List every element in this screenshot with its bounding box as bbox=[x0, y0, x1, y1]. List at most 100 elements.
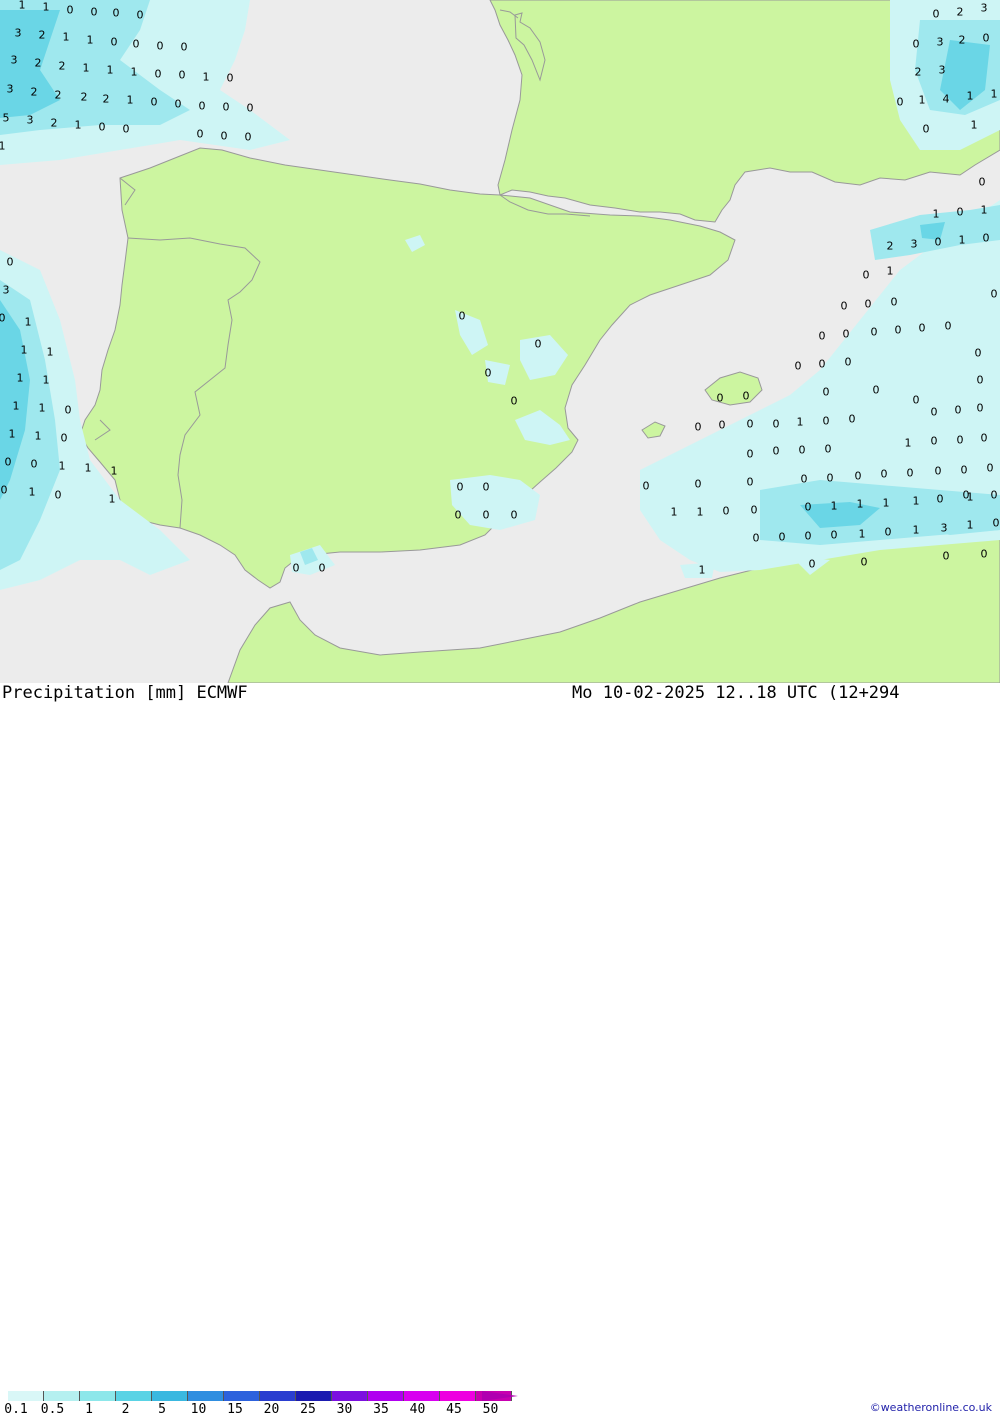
precip-value-label: 0 bbox=[98, 120, 106, 134]
precip-value-label: 2 bbox=[50, 116, 58, 130]
precip-value-label: 0 bbox=[132, 37, 140, 51]
precip-value-label: 1 bbox=[82, 61, 90, 75]
precip-value-label: 1 bbox=[904, 436, 912, 450]
precip-value-label: 0 bbox=[956, 433, 964, 447]
precip-value-label: 1 bbox=[882, 496, 890, 510]
precip-value-label: 0 bbox=[860, 555, 868, 569]
precip-value-label: 1 bbox=[202, 70, 210, 84]
legend-tick-label: 30 bbox=[336, 1402, 353, 1417]
precip-value-label: 0 bbox=[930, 434, 938, 448]
precip-value-label: 3 bbox=[14, 26, 22, 40]
precip-value-label: 0 bbox=[742, 389, 750, 403]
precip-value-label: 0 bbox=[642, 479, 650, 493]
legend-tick-label: 40 bbox=[409, 1402, 426, 1417]
precip-value-label: 1 bbox=[38, 401, 46, 415]
precip-value-label: 0 bbox=[136, 8, 144, 22]
precip-value-label: 0 bbox=[6, 255, 14, 269]
precip-value-label: 0 bbox=[918, 321, 926, 335]
precip-value-label: 1 bbox=[46, 345, 54, 359]
precip-value-label: 0 bbox=[746, 475, 754, 489]
precip-value-label: 0 bbox=[110, 35, 118, 49]
precip-value-label: 0 bbox=[694, 477, 702, 491]
precip-value-label: 1 bbox=[110, 464, 118, 478]
precip-value-label: 0 bbox=[848, 412, 856, 426]
legend-tick-label: 50 bbox=[482, 1402, 499, 1417]
precip-value-label: 1 bbox=[886, 264, 894, 278]
precip-value-label: 1 bbox=[106, 63, 114, 77]
precip-value-label: 0 bbox=[150, 95, 158, 109]
precip-value-label: 0 bbox=[884, 525, 892, 539]
precip-value-label: 0 bbox=[822, 385, 830, 399]
precip-value-label: 1 bbox=[62, 30, 70, 44]
precip-value-label: 0 bbox=[818, 329, 826, 343]
legend-swatch bbox=[44, 1391, 80, 1401]
precip-value-label: 0 bbox=[244, 130, 252, 144]
precip-value-label: 0 bbox=[772, 417, 780, 431]
precip-value-label: 0 bbox=[944, 319, 952, 333]
precip-value-label: 0 bbox=[896, 95, 904, 109]
precip-value-label: 0 bbox=[912, 37, 920, 51]
precip-value-label: 0 bbox=[954, 403, 962, 417]
precip-value-label: 0 bbox=[804, 500, 812, 514]
precip-value-label: 0 bbox=[222, 100, 230, 114]
precip-value-label: 1 bbox=[932, 207, 940, 221]
precip-value-label: 1 bbox=[990, 87, 998, 101]
precip-value-label: 0 bbox=[798, 443, 806, 457]
legend-tick-label: 0.1 bbox=[4, 1402, 28, 1417]
precip-value-label: 0 bbox=[818, 357, 826, 371]
precip-value-label: 2 bbox=[30, 85, 38, 99]
legend-tick-label: 20 bbox=[263, 1402, 280, 1417]
precip-value-label: 0 bbox=[178, 68, 186, 82]
precip-value-label: 0 bbox=[870, 325, 878, 339]
precip-value-label: 0 bbox=[752, 531, 760, 545]
precip-value-label: 0 bbox=[64, 403, 72, 417]
forecast-datetime: Mo 10-02-2025 12..18 UTC (12+294 bbox=[572, 683, 900, 703]
precip-value-label: 0 bbox=[930, 405, 938, 419]
precip-value-label: 0 bbox=[864, 297, 872, 311]
precip-value-label: 0 bbox=[934, 464, 942, 478]
precip-value-label: 1 bbox=[966, 89, 974, 103]
precip-value-label: 0 bbox=[840, 299, 848, 313]
precip-value-label: 0 bbox=[54, 488, 62, 502]
precip-value-label: 4 bbox=[942, 92, 950, 106]
precip-value-label: 0 bbox=[932, 7, 940, 21]
precip-value-label: 1 bbox=[74, 118, 82, 132]
precip-value-label: 1 bbox=[130, 65, 138, 79]
precip-value-label: 3 bbox=[26, 113, 34, 127]
precip-value-label: 0 bbox=[746, 447, 754, 461]
precip-value-label: 1 bbox=[108, 492, 116, 506]
credit-link[interactable]: ©weatheronline.co.uk bbox=[870, 1401, 992, 1414]
legend-swatch bbox=[8, 1391, 44, 1401]
precip-value-label: 0 bbox=[122, 122, 130, 136]
precip-value-label: 1 bbox=[0, 139, 6, 153]
precip-value-label: 0 bbox=[906, 466, 914, 480]
legend-tick-label: 45 bbox=[446, 1402, 462, 1417]
precip-value-label: 0 bbox=[112, 6, 120, 20]
precip-value-label: 0 bbox=[922, 122, 930, 136]
precip-value-label: 0 bbox=[482, 508, 490, 522]
precip-value-label: 0 bbox=[454, 508, 462, 522]
precip-value-label: 1 bbox=[980, 203, 988, 217]
legend-tick-label: 15 bbox=[227, 1402, 243, 1417]
precip-value-label: 1 bbox=[966, 490, 974, 504]
precip-value-label: 0 bbox=[990, 488, 998, 502]
precip-value-label: 1 bbox=[84, 461, 92, 475]
precip-value-label: 0 bbox=[30, 457, 38, 471]
precip-value-label: 2 bbox=[956, 5, 964, 19]
precip-value-label: 1 bbox=[670, 505, 678, 519]
precip-value-label: 0 bbox=[960, 463, 968, 477]
precip-value-label: 1 bbox=[912, 523, 920, 537]
precip-value-label: 2 bbox=[958, 33, 966, 47]
precip-value-label: 0 bbox=[986, 461, 994, 475]
precip-value-label: 3 bbox=[2, 283, 10, 297]
precip-value-label: 0 bbox=[778, 530, 786, 544]
precip-value-label: 0 bbox=[890, 295, 898, 309]
precip-value-label: 1 bbox=[18, 0, 26, 12]
legend-tick-label: 10 bbox=[190, 1402, 207, 1417]
precip-value-label: 1 bbox=[918, 93, 926, 107]
precip-value-label: 0 bbox=[60, 431, 68, 445]
precip-value-label: 0 bbox=[716, 391, 724, 405]
precip-value-label: 1 bbox=[856, 497, 864, 511]
precip-value-label: 0 bbox=[976, 401, 984, 415]
precip-value-label: 0 bbox=[534, 337, 542, 351]
